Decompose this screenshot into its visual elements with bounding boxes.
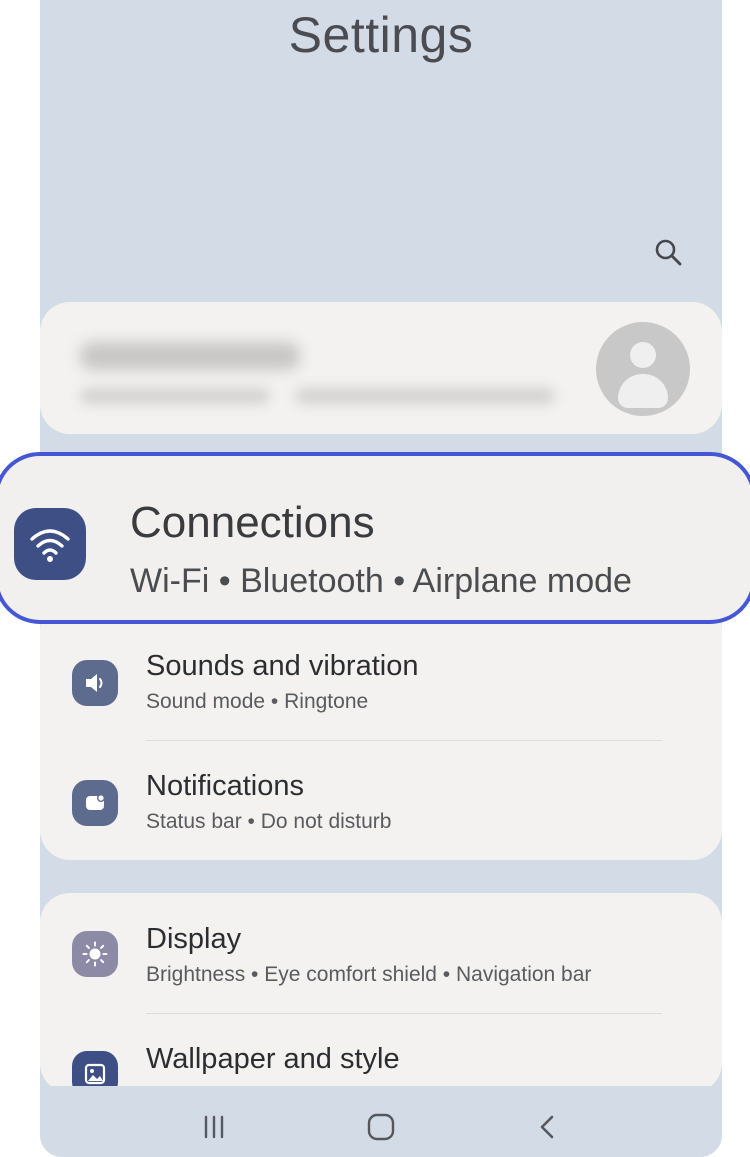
speaker-icon: [72, 660, 118, 706]
connections-label: Connections: [130, 498, 375, 547]
account-card[interactable]: [40, 302, 722, 434]
sun-icon: [72, 931, 118, 977]
back-icon: [541, 1115, 554, 1138]
item-sub: Brightness • Eye comfort shield • Naviga…: [146, 963, 592, 986]
recents-icon: [204, 1115, 223, 1138]
settings-group-1: Sounds and vibration Sound mode • Ringto…: [40, 600, 722, 860]
page-title: Settings: [288, 7, 474, 63]
avatar-head: [630, 342, 656, 368]
item-label: Display: [146, 923, 242, 955]
wifi-icon: [14, 508, 86, 580]
back-button[interactable]: [523, 1102, 573, 1152]
avatar-body: [618, 374, 668, 408]
account-email-blurred: [80, 388, 270, 404]
connections-sub: Wi-Fi • Bluetooth • Airplane mode: [130, 562, 632, 600]
avatar[interactable]: [596, 322, 690, 416]
settings-group-2: Display Brightness • Eye comfort shield …: [40, 893, 722, 1097]
notification-icon: [72, 780, 118, 826]
item-label: Wallpaper and style: [146, 1043, 400, 1075]
account-id-blurred: [295, 388, 555, 404]
display-item[interactable]: Display Brightness • Eye comfort shield …: [40, 893, 722, 1013]
home-button[interactable]: [356, 1102, 406, 1152]
navigation-bar: [40, 1096, 722, 1157]
item-sub: Status bar • Do not disturb: [146, 810, 392, 833]
account-name-blurred: [80, 342, 300, 370]
connections-item-highlighted[interactable]: Connections Wi-Fi • Bluetooth • Airplane…: [0, 452, 750, 624]
recents-button[interactable]: [189, 1102, 239, 1152]
item-sub: Sound mode • Ringtone: [146, 690, 369, 713]
search-icon: [655, 239, 682, 266]
item-label: Notifications: [146, 770, 304, 802]
home-icon: [367, 1113, 395, 1140]
search-button[interactable]: [646, 230, 690, 274]
sounds-and-vibration-item[interactable]: Sounds and vibration Sound mode • Ringto…: [40, 620, 722, 740]
item-label: Sounds and vibration: [146, 650, 419, 682]
notifications-item[interactable]: Notifications Status bar • Do not distur…: [40, 740, 722, 860]
